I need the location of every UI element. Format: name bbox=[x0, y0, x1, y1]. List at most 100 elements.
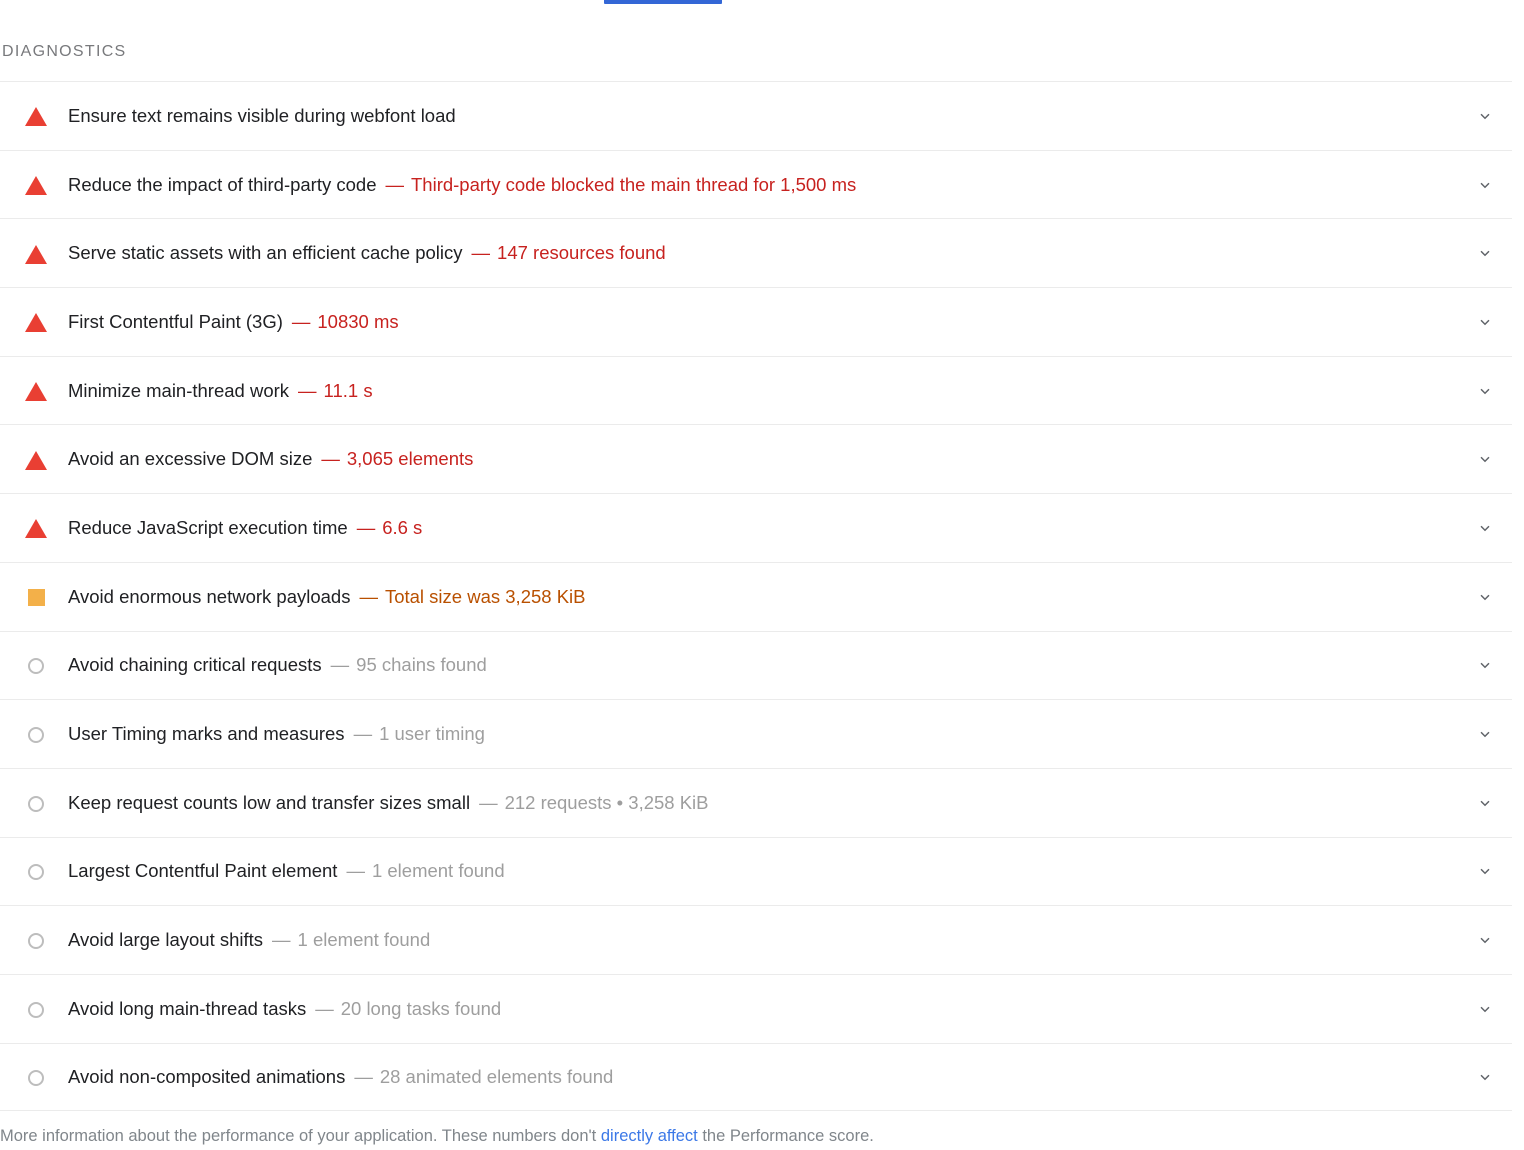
audit-title: User Timing marks and measures bbox=[68, 723, 345, 745]
chevron-down-icon[interactable] bbox=[1476, 1068, 1494, 1086]
audit-title: Avoid enormous network payloads bbox=[68, 585, 351, 607]
audit-expand-toggle[interactable] bbox=[1458, 313, 1512, 331]
audit-value-dash: — bbox=[298, 379, 317, 401]
triangle-warning-icon bbox=[25, 519, 47, 539]
audit-expand-toggle[interactable] bbox=[1458, 1000, 1512, 1018]
audit-expand-toggle[interactable] bbox=[1458, 244, 1512, 262]
audit-value: — 20 long tasks found bbox=[315, 998, 501, 1019]
audit-icon-slot bbox=[0, 450, 68, 470]
audit-text: Reduce JavaScript execution time — 6.6 s bbox=[68, 516, 1458, 540]
audit-value-text: Third-party code blocked the main thread… bbox=[411, 173, 857, 195]
chevron-down-icon[interactable] bbox=[1476, 107, 1494, 125]
audit-title: Avoid non-composited animations bbox=[68, 1065, 346, 1087]
audit-text: Reduce the impact of third-party code — Th… bbox=[68, 173, 1458, 197]
audit-value-dash: — bbox=[346, 860, 365, 882]
audit-value: — 1 element found bbox=[272, 929, 430, 950]
audit-expand-toggle[interactable] bbox=[1458, 588, 1512, 606]
audit-value-dash: — bbox=[353, 723, 373, 745]
audit-row[interactable]: Largest Contentful Paint element — 1 eleme… bbox=[0, 836, 1512, 906]
chevron-down-icon[interactable] bbox=[1476, 450, 1494, 468]
audit-expand-toggle[interactable] bbox=[1458, 931, 1512, 949]
audit-text: Avoid large layout shifts — 1 element foun… bbox=[68, 928, 1458, 952]
audit-text: Avoid enormous network payloads — Total si… bbox=[68, 585, 1458, 609]
audit-icon-slot bbox=[0, 588, 68, 607]
chevron-down-icon[interactable] bbox=[1476, 931, 1494, 949]
circle-info-icon bbox=[28, 1069, 44, 1086]
audit-text: Avoid long main-thread tasks — 20 long tas… bbox=[68, 997, 1458, 1021]
audit-value-text: 20 long tasks found bbox=[340, 997, 502, 1019]
audit-expand-toggle[interactable] bbox=[1458, 725, 1512, 743]
audit-expand-toggle[interactable] bbox=[1458, 519, 1512, 537]
circle-info-icon bbox=[28, 864, 44, 881]
triangle-warning-icon bbox=[25, 244, 47, 264]
audit-row[interactable]: Avoid large layout shifts — 1 element foun… bbox=[0, 905, 1512, 974]
footer-text-after: the Performance score. bbox=[697, 1127, 874, 1145]
chevron-down-icon[interactable] bbox=[1476, 794, 1494, 812]
audit-icon-slot bbox=[0, 106, 68, 127]
audit-expand-toggle[interactable] bbox=[1458, 794, 1512, 812]
chevron-down-icon[interactable] bbox=[1476, 1000, 1494, 1018]
audit-value: — 28 animated elements found bbox=[354, 1066, 613, 1087]
audit-row[interactable]: Serve static assets with an efficient ca… bbox=[0, 218, 1512, 288]
audit-icon-slot bbox=[0, 726, 68, 744]
audit-value-dash: — bbox=[354, 1065, 373, 1087]
audit-icon-slot bbox=[0, 795, 68, 812]
circle-info-icon bbox=[28, 795, 44, 812]
audit-row[interactable]: Reduce JavaScript execution time — 6.6 s bbox=[0, 493, 1512, 562]
audit-text: User Timing marks and measures — 1 user ti… bbox=[68, 722, 1458, 746]
audit-value: — 6.6 s bbox=[357, 517, 423, 538]
audit-text: Largest Contentful Paint element — 1 eleme… bbox=[68, 859, 1458, 883]
chevron-down-icon[interactable] bbox=[1476, 725, 1494, 743]
audit-title: Avoid an excessive DOM size bbox=[68, 448, 313, 470]
audit-text: Keep request counts low and transfer siz… bbox=[68, 791, 1458, 815]
audit-text: Minimize main-thread work — 11.1 s bbox=[68, 379, 1458, 403]
chevron-down-icon[interactable] bbox=[1476, 519, 1494, 537]
audit-icon-slot bbox=[0, 1001, 68, 1018]
audit-row[interactable]: Avoid chaining critical requests — 95 chai… bbox=[0, 630, 1512, 700]
square-average-icon bbox=[27, 589, 45, 607]
audit-value-text: 11.1 s bbox=[323, 379, 373, 401]
audit-row[interactable]: Avoid an excessive DOM size — 3,065 elemen… bbox=[0, 424, 1512, 494]
audit-value: — 3,065 elements bbox=[321, 448, 473, 469]
directly-affect-link[interactable]: directly affect bbox=[601, 1127, 698, 1145]
audit-row[interactable]: Avoid non-composited animations — 28 anima… bbox=[0, 1042, 1512, 1112]
audit-expand-toggle[interactable] bbox=[1458, 656, 1512, 674]
audit-value-text: 1 user timing bbox=[379, 723, 485, 745]
audit-value: — 212 requests • 3,258 KiB bbox=[479, 792, 708, 813]
audit-row[interactable]: Avoid long main-thread tasks — 20 long tas… bbox=[0, 973, 1512, 1043]
audit-row[interactable]: User Timing marks and measures — 1 user ti… bbox=[0, 699, 1512, 768]
chevron-down-icon[interactable] bbox=[1476, 244, 1494, 262]
footer-text-before: More information about the performance o… bbox=[0, 1127, 601, 1145]
audit-icon-slot bbox=[0, 244, 68, 264]
audit-footer-note: More information about the performance o… bbox=[0, 1125, 1524, 1147]
audit-expand-toggle[interactable] bbox=[1458, 1068, 1512, 1086]
audit-value: — 11.1 s bbox=[298, 380, 373, 401]
audit-expand-toggle[interactable] bbox=[1458, 450, 1512, 468]
audit-row[interactable]: Ensure text remains visible during webfo… bbox=[0, 81, 1512, 150]
audit-row[interactable]: Avoid enormous network payloads — Total si… bbox=[0, 561, 1512, 631]
audit-row[interactable]: First Contentful Paint (3G) — 10830 ms bbox=[0, 287, 1512, 356]
audit-row[interactable]: Minimize main-thread work — 11.1 s bbox=[0, 355, 1512, 425]
audit-value-dash: — bbox=[315, 997, 334, 1019]
audit-value-text: Total size was 3,258 KiB bbox=[384, 585, 586, 607]
audit-value: — Third-party code blocked the main threa… bbox=[386, 174, 857, 195]
audit-icon-slot bbox=[0, 175, 68, 196]
chevron-down-icon[interactable] bbox=[1476, 862, 1494, 880]
chevron-down-icon[interactable] bbox=[1476, 176, 1494, 194]
audit-expand-toggle[interactable] bbox=[1458, 176, 1512, 194]
chevron-down-icon[interactable] bbox=[1476, 656, 1494, 674]
audit-title: First Contentful Paint (3G) bbox=[68, 310, 283, 332]
triangle-warning-icon bbox=[25, 176, 47, 196]
chevron-down-icon[interactable] bbox=[1476, 313, 1494, 331]
audit-value: — 10830 ms bbox=[292, 311, 399, 332]
audit-value-text: 28 animated elements found bbox=[379, 1065, 614, 1087]
audit-expand-toggle[interactable] bbox=[1458, 862, 1512, 880]
audit-expand-toggle[interactable] bbox=[1458, 107, 1512, 125]
audit-row[interactable]: Reduce the impact of third-party code — Th… bbox=[0, 149, 1512, 219]
audit-value: — 95 chains found bbox=[331, 654, 487, 675]
audit-expand-toggle[interactable] bbox=[1458, 382, 1512, 400]
chevron-down-icon[interactable] bbox=[1476, 588, 1494, 606]
audit-text: First Contentful Paint (3G) — 10830 ms bbox=[68, 310, 1458, 334]
audit-row[interactable]: Keep request counts low and transfer siz… bbox=[0, 767, 1512, 837]
chevron-down-icon[interactable] bbox=[1476, 382, 1494, 400]
